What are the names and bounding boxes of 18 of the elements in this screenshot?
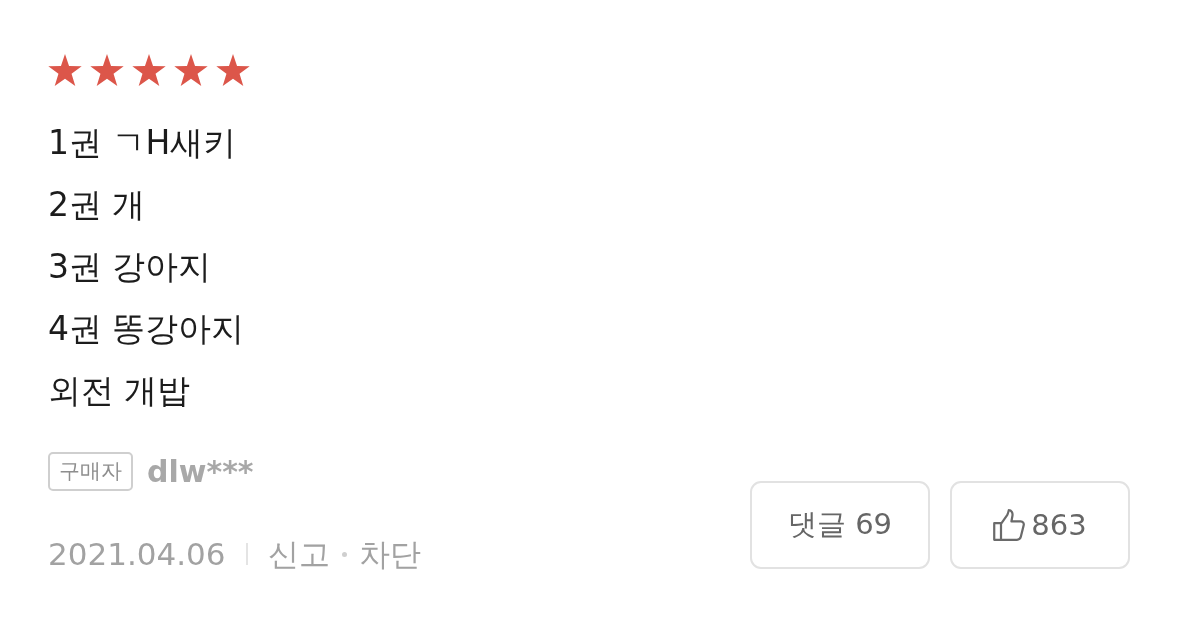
review-date: 2021.04.06 (48, 536, 226, 572)
star-icon (90, 54, 124, 86)
review-text-line: 4권 똥강아지 (48, 308, 245, 350)
like-button[interactable]: 863 (950, 481, 1130, 569)
like-count: 863 (1031, 508, 1087, 542)
review-text-line: 3권 강아지 (48, 246, 212, 288)
username: dlw*** (147, 453, 254, 490)
star-icon (174, 54, 208, 86)
dot-separator-icon (341, 551, 347, 557)
thumbs-up-icon (993, 509, 1026, 541)
comment-button[interactable]: 댓글 69 (750, 481, 930, 569)
buyer-badge: 구매자 (48, 452, 133, 491)
review-text-line: 2권 개 (48, 184, 146, 226)
review-text-line: 외전 개밥 (48, 370, 191, 412)
star-icon (48, 54, 82, 86)
star-icon (132, 54, 166, 86)
review-text-line: 1권 ㄱH새키 (48, 122, 237, 164)
star-icon (216, 54, 250, 86)
